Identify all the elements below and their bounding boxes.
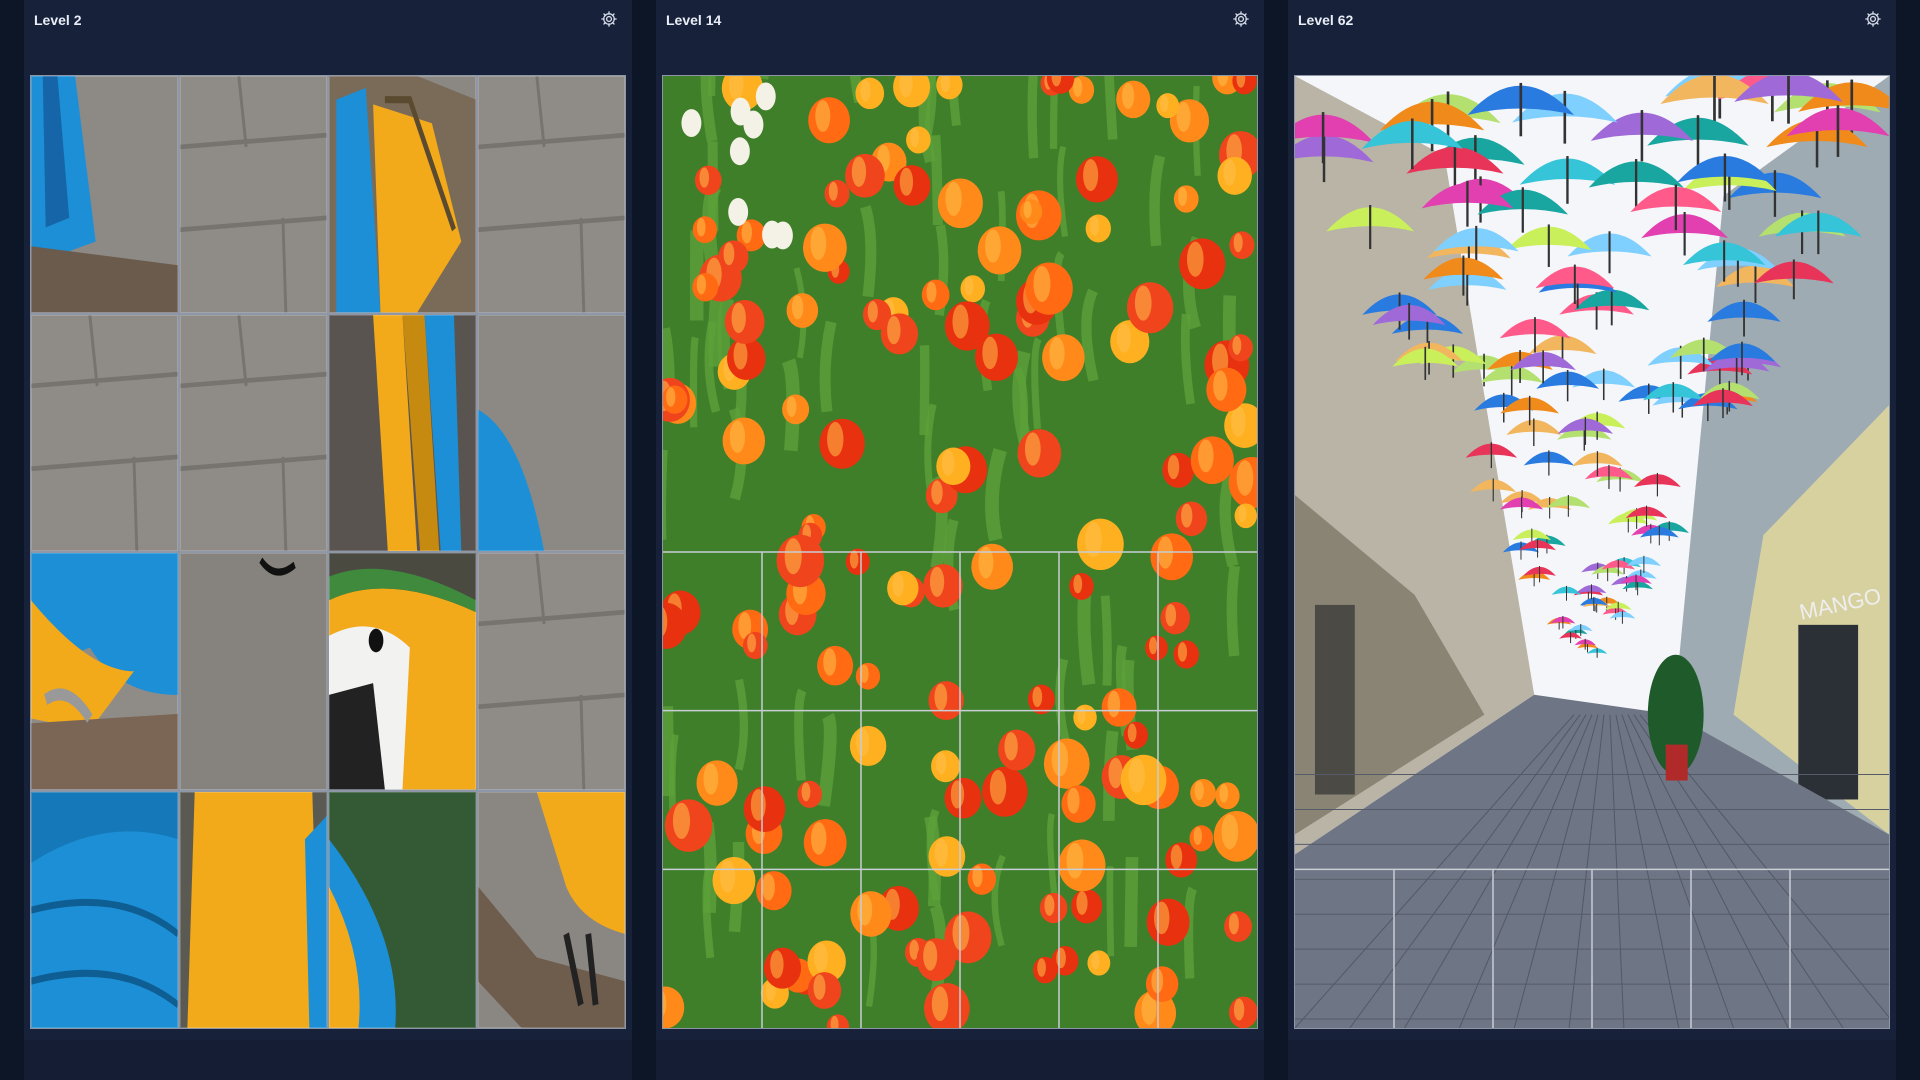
bottom-bar	[656, 1040, 1264, 1080]
puzzle-panel-level-2: Level 2	[24, 0, 632, 1080]
umbrella-street-image: MANGO	[1295, 76, 1889, 1028]
puzzle-panel-level-14: Level 14	[656, 0, 1264, 1080]
puzzle-tile[interactable]	[31, 314, 178, 551]
level-title: Level 2	[34, 12, 82, 28]
puzzle-tile[interactable]	[329, 314, 476, 551]
puzzle-tile[interactable]	[478, 553, 625, 790]
level-title: Level 14	[666, 12, 722, 28]
puzzle-board	[30, 75, 626, 1029]
puzzle-board: MANGO	[1294, 75, 1890, 1029]
puzzle-tile[interactable]	[478, 76, 625, 313]
puzzle-tile[interactable]	[180, 553, 327, 790]
gear-icon[interactable]	[600, 10, 618, 28]
tulip-image	[663, 76, 1257, 1028]
puzzle-tile[interactable]	[180, 76, 327, 313]
gear-icon[interactable]	[1864, 10, 1882, 28]
bottom-bar	[1288, 1040, 1896, 1080]
puzzle-tile[interactable]	[31, 791, 178, 1028]
gear-icon[interactable]	[1232, 10, 1250, 28]
puzzle-panel-level-62: Level 62 MANGO	[1288, 0, 1896, 1080]
top-bar: Level 14	[656, 0, 1264, 40]
level-title: Level 62	[1298, 12, 1354, 28]
top-bar: Level 2	[24, 0, 632, 40]
puzzle-tile[interactable]	[329, 553, 476, 790]
puzzle-tile[interactable]	[180, 314, 327, 551]
puzzle-tile[interactable]	[31, 76, 178, 313]
puzzle-tile[interactable]	[478, 791, 625, 1028]
puzzle-tile[interactable]	[329, 791, 476, 1028]
puzzle-board	[662, 75, 1258, 1029]
svg-text:MANGO: MANGO	[1797, 583, 1883, 625]
puzzle-tile[interactable]	[180, 791, 327, 1028]
puzzle-tile[interactable]	[31, 553, 178, 790]
top-bar: Level 62	[1288, 0, 1896, 40]
puzzle-tile[interactable]	[329, 76, 476, 313]
puzzle-tile[interactable]	[478, 314, 625, 551]
bottom-bar	[24, 1040, 632, 1080]
